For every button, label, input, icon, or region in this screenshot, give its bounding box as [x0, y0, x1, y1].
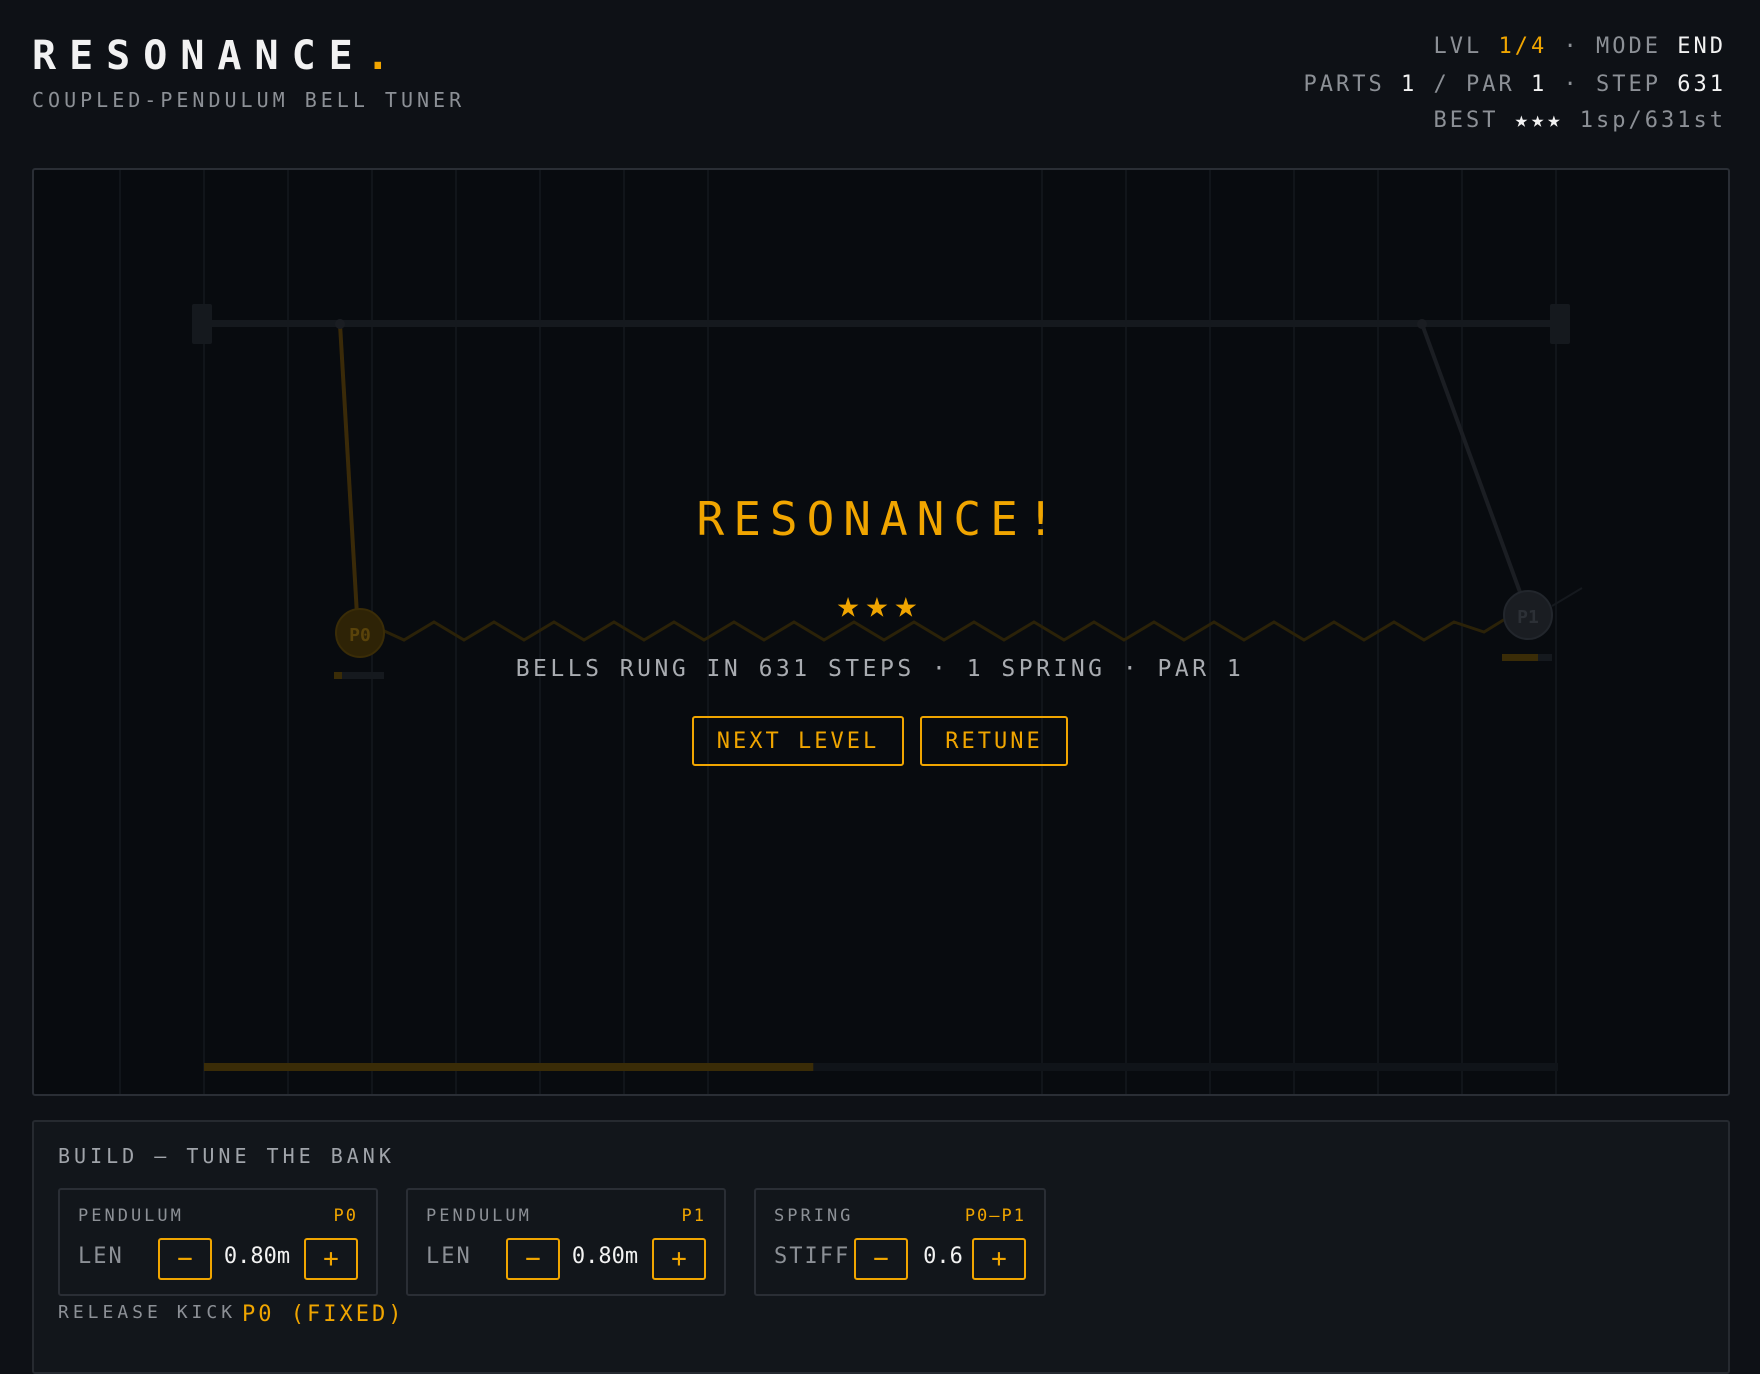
p0-length-value: 0.80m — [223, 1244, 291, 1269]
beam-left-post — [192, 304, 212, 344]
simulation-stage[interactable]: P0 P1 — [32, 168, 1730, 1096]
param-label: LEN — [426, 1244, 472, 1269]
card-tag: P1 — [681, 1206, 706, 1226]
spring-stiffness-value: 0.6 — [923, 1244, 963, 1269]
pendulum-p0-label: P0 — [349, 625, 371, 646]
app-subtitle: COUPLED-PENDULUM BELL TUNER — [32, 88, 466, 112]
p0-length-decrease-button[interactable]: − — [158, 1238, 212, 1280]
retune-button[interactable]: RETUNE — [920, 716, 1068, 766]
card-type: PENDULUM — [426, 1206, 532, 1226]
spring-stiffness-decrease-button[interactable]: − — [854, 1238, 908, 1280]
mode-value: END — [1677, 34, 1726, 59]
level-mode-status: LVL 1/4 · MODE END — [1434, 34, 1726, 59]
parts-label: PARTS — [1303, 72, 1385, 97]
support-beam — [192, 320, 1564, 327]
parts-step-status: PARTS 1 / PAR 1 · STEP 631 — [1304, 72, 1726, 97]
card-type: PENDULUM — [78, 1206, 184, 1226]
beam-right-post — [1550, 304, 1570, 344]
result-stars-icon: ★★★ — [836, 582, 924, 626]
p1-length-decrease-button[interactable]: − — [506, 1238, 560, 1280]
stage-canvas: P0 P1 — [119, 170, 1583, 1094]
param-label: STIFF — [774, 1244, 851, 1269]
best-stars-icon: ★★★ — [1514, 108, 1564, 133]
parts-value: 1 — [1401, 72, 1418, 97]
pendulum-p0-card: PENDULUM P0 LEN − 0.80m + — [58, 1188, 378, 1296]
step-progress-fill — [204, 1063, 814, 1071]
level-value: 1/4 — [1498, 34, 1548, 59]
title-dot: . — [365, 33, 403, 79]
next-level-button[interactable]: NEXT LEVEL — [692, 716, 904, 766]
spring-stiffness-increase-button[interactable]: + — [972, 1238, 1026, 1280]
step-label: · STEP — [1563, 72, 1661, 97]
card-tag: P0–P1 — [964, 1206, 1026, 1226]
release-kick-label: RELEASE KICK — [58, 1302, 237, 1323]
spring-p0-p1-card: SPRING P0–P1 STIFF − 0.6 + — [754, 1188, 1046, 1296]
p0-length-increase-button[interactable]: + — [304, 1238, 358, 1280]
p1-length-increase-button[interactable]: + — [652, 1238, 706, 1280]
result-title: RESONANCE! — [696, 492, 1064, 546]
best-label: BEST — [1433, 108, 1499, 133]
param-label: LEN — [78, 1244, 124, 1269]
p1-length-value: 0.80m — [571, 1244, 639, 1269]
par-label: / PAR — [1433, 72, 1515, 97]
app-title-text: RESONANCE — [32, 33, 366, 79]
best-status: BEST ★★★ 1sp/631st — [1434, 108, 1726, 133]
mode-label: · MODE — [1563, 34, 1661, 59]
step-value: 631 — [1677, 72, 1726, 97]
card-tag: P0 — [333, 1206, 358, 1226]
card-type: SPRING — [774, 1206, 854, 1226]
app-title: RESONANCE. — [32, 30, 403, 82]
pendulum-p1-card: PENDULUM P1 LEN − 0.80m + — [406, 1188, 726, 1296]
result-summary: BELLS RUNG IN 631 STEPS · 1 SPRING · PAR… — [515, 656, 1245, 682]
best-value: 1sp/631st — [1579, 108, 1726, 133]
par-value: 1 — [1531, 72, 1548, 97]
release-kick-value: P0 (FIXED) — [242, 1302, 405, 1327]
pendulum-p1-rod — [1420, 323, 1530, 615]
build-panel-title: BUILD — TUNE THE BANK — [58, 1144, 395, 1168]
level-label: LVL — [1433, 34, 1483, 59]
